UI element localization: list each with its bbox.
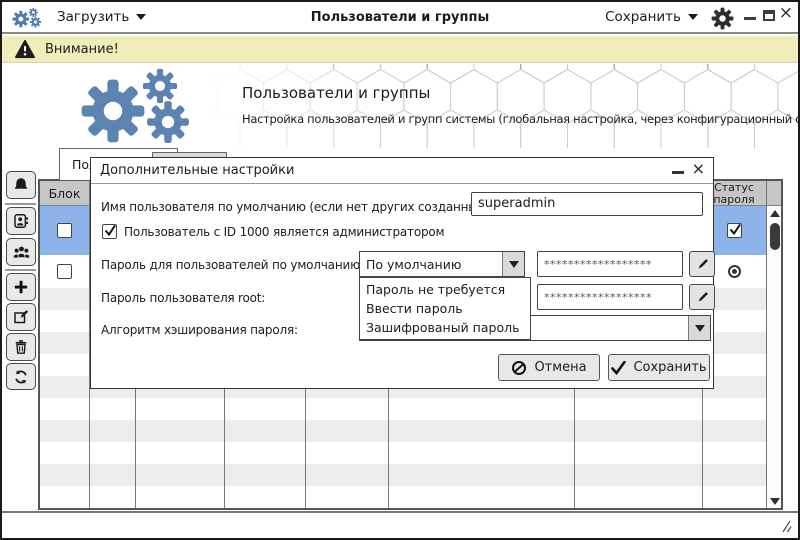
password-mode-value: По умолчанию [366, 257, 461, 272]
groups-button[interactable] [6, 238, 36, 266]
titlebar: Загрузить Пользователи и группы Сохранит… [2, 2, 798, 34]
table-empty-row [40, 442, 766, 464]
scroll-down-button[interactable] [767, 494, 783, 508]
password-mode-dropdown-list: Пароль не требуется Ввести пароль Зашифр… [359, 277, 531, 340]
users-group-icon [13, 244, 30, 260]
password-status-checkbox-row1[interactable] [727, 223, 742, 238]
settings-gear-icon[interactable] [711, 7, 734, 30]
table-empty-row [40, 420, 766, 442]
block-checkbox-row1[interactable] [57, 223, 72, 238]
cancel-label: Отмена [534, 360, 586, 375]
combo-arrow-button[interactable] [688, 316, 710, 340]
table-empty-row [40, 508, 766, 510]
edit-root-password-button[interactable] [689, 284, 715, 310]
edit-default-password-button[interactable] [689, 251, 715, 277]
block-checkbox-row2[interactable] [57, 264, 72, 279]
maximize-button[interactable] [763, 10, 775, 21]
dialog-titlebar: Дополнительные настройки × [91, 158, 713, 184]
save-menu-label: Сохранить [605, 9, 681, 25]
check-icon [728, 222, 743, 237]
hash-algorithm-label: Алгоритм хэширования пароля: [101, 323, 298, 337]
dropdown-option[interactable]: Пароль не требуется [360, 280, 530, 299]
plus-icon [13, 279, 29, 295]
chevron-down-icon [695, 325, 705, 332]
dropdown-option[interactable]: Зашифрованый пароль [360, 318, 530, 337]
page-subtitle: Настройка пользователей и групп системы … [242, 112, 798, 126]
cancel-button[interactable]: Отмена [498, 354, 600, 381]
additional-settings-dialog: Дополнительные настройки × Имя пользоват… [90, 157, 714, 389]
minimize-button[interactable] [744, 17, 756, 20]
admin-checkbox[interactable] [102, 224, 117, 239]
contact-card-icon [13, 213, 29, 229]
root-password-input[interactable]: ****************** [537, 284, 683, 310]
pencil-icon [695, 290, 710, 305]
users-groups-logo-icon [80, 68, 200, 146]
status-bar [2, 511, 798, 538]
refresh-icon [13, 369, 29, 385]
check-icon [103, 223, 118, 238]
triangle-down-icon [770, 498, 780, 505]
app-window: Загрузить Пользователи и группы Сохранит… [0, 0, 800, 540]
toolbar-separator [5, 203, 36, 205]
load-menu-button[interactable]: Загрузить [57, 9, 146, 25]
add-button[interactable] [6, 273, 36, 301]
close-button[interactable]: × [779, 5, 793, 22]
admin-checkbox-label: Пользователь с ID 1000 является админист… [124, 225, 444, 239]
pencil-icon [695, 257, 710, 272]
table-vertical-scrollbar[interactable] [767, 206, 783, 508]
table-empty-row [40, 464, 766, 486]
username-input[interactable]: superadmin [471, 192, 703, 216]
dialog-close-button[interactable]: × [692, 161, 705, 177]
default-password-label: Пароль для пользователей по умолчанию: [101, 258, 364, 272]
bell-icon [13, 177, 29, 193]
page-title: Пользователи и группы [242, 84, 430, 102]
refresh-button[interactable] [6, 363, 36, 390]
dialog-minimize-button[interactable] [672, 171, 684, 174]
dialog-save-button[interactable]: Сохранить [608, 354, 710, 381]
window-title: Пользователи и группы [311, 10, 489, 25]
triangle-up-icon [770, 210, 780, 217]
edit-button[interactable] [6, 303, 36, 331]
hex-pattern-fade [200, 64, 400, 148]
table-empty-row [40, 398, 766, 420]
dialog-save-label: Сохранить [633, 360, 706, 375]
warning-text: Внимание! [45, 42, 119, 57]
warning-banner: Внимание! [2, 36, 798, 63]
save-menu-button[interactable]: Сохранить [605, 9, 698, 25]
page-header: Пользователи и группы Настройка пользова… [2, 64, 798, 148]
toolbar-separator [5, 269, 36, 271]
load-menu-label: Загрузить [57, 9, 129, 25]
trash-icon [13, 339, 29, 355]
address-book-button[interactable] [6, 207, 36, 235]
default-password-input[interactable]: ****************** [537, 251, 683, 277]
edit-icon [13, 309, 29, 325]
root-password-label: Пароль пользователя root: [101, 291, 265, 305]
combo-arrow-button[interactable] [502, 252, 524, 276]
dialog-title: Дополнительные настройки [100, 163, 294, 178]
chevron-down-icon [509, 261, 519, 268]
scroll-up-button[interactable] [767, 206, 783, 220]
app-logo-gears-icon [12, 5, 44, 31]
check-icon [611, 361, 626, 375]
column-header-block[interactable]: Блок [40, 186, 89, 201]
delete-button[interactable] [6, 333, 36, 361]
bell-button[interactable] [6, 171, 36, 199]
warning-icon [14, 39, 36, 59]
scrollbar-thumb[interactable] [770, 223, 780, 250]
caret-down-icon [136, 14, 146, 20]
username-label: Имя пользователя по умолчанию (если нет … [101, 200, 493, 214]
caret-down-icon [688, 14, 698, 20]
dropdown-option[interactable]: Ввести пароль [360, 299, 530, 318]
password-mode-select[interactable]: По умолчанию [359, 251, 525, 277]
resize-grip[interactable] [777, 519, 792, 533]
table-empty-row [40, 486, 766, 508]
password-status-radio-row2[interactable] [728, 265, 741, 278]
cancel-icon [511, 360, 527, 376]
